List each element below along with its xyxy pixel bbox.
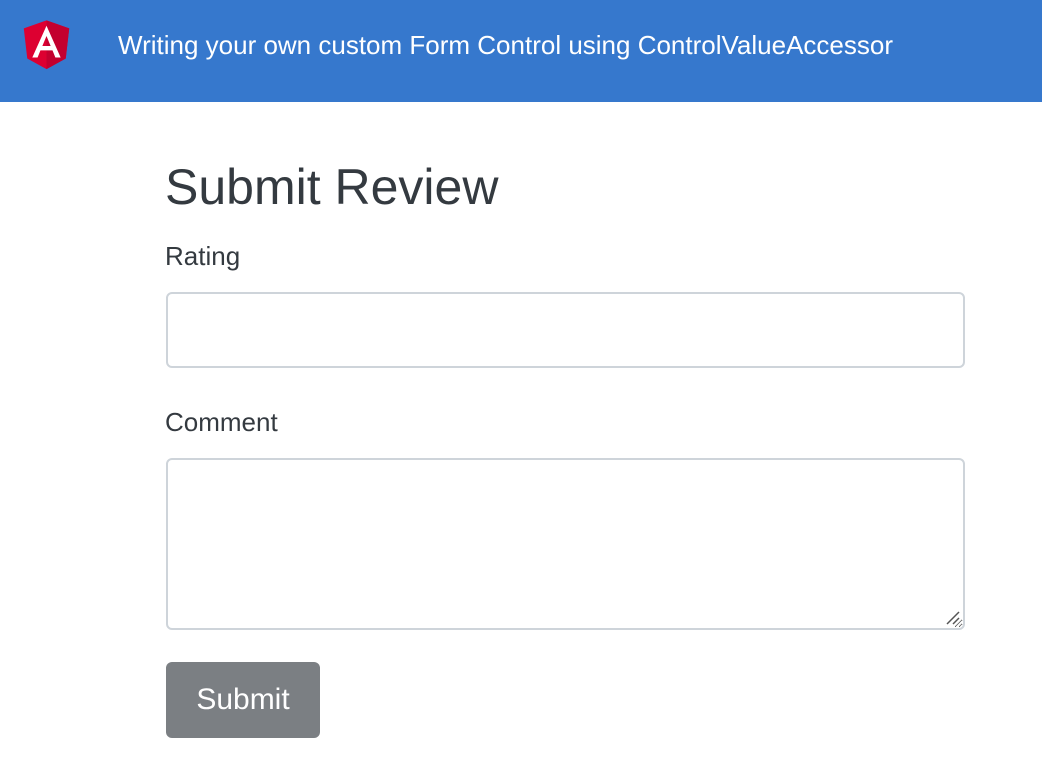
angular-logo-icon [23,20,70,70]
comment-label: Comment [165,407,278,437]
rating-label: Rating [165,241,241,271]
submit-button[interactable]: Submit [166,662,320,738]
page-title: Submit Review [165,159,499,215]
rating-input[interactable] [166,292,965,368]
resize-grip-icon[interactable] [943,608,961,626]
top-bar: Writing your own custom Form Control usi… [0,0,1042,102]
comment-textarea[interactable] [166,458,965,630]
app-title: Writing your own custom Form Control usi… [118,30,893,60]
